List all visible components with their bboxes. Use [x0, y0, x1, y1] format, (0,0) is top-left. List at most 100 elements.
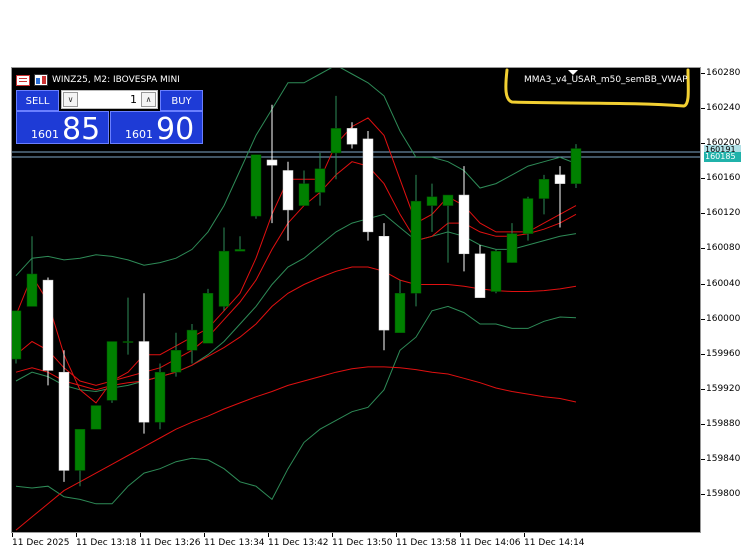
bid-price-prefix: 1601: [31, 128, 59, 141]
candle-body: [58, 371, 70, 471]
time-axis-tick: [396, 533, 397, 537]
time-axis-tick: [76, 533, 77, 537]
candle-body: [12, 310, 22, 360]
candle-body: [346, 128, 358, 145]
price-axis-label: 159800: [706, 489, 741, 499]
candle-body: [298, 183, 310, 206]
time-axis-tick: [524, 533, 525, 537]
candle-body: [250, 154, 262, 217]
candle-body: [474, 253, 486, 298]
candle-body: [202, 293, 214, 344]
price-axis-tick: [701, 423, 705, 425]
price-axis-tick: [701, 248, 705, 250]
candle-body: [490, 250, 502, 292]
price-axis-tick: [701, 73, 705, 74]
price-axis-label: 160000: [706, 313, 741, 324]
time-axis-label: 11 Dec 14:06: [460, 538, 521, 548]
candle-body: [154, 371, 166, 423]
price-axis-tick: [701, 213, 705, 215]
price-axis-label: 159960: [706, 348, 741, 359]
time-axis-tick: [460, 533, 461, 537]
price-axis-label: 160080: [706, 243, 741, 254]
candle-body: [394, 293, 406, 333]
candle-body: [218, 250, 230, 307]
price-axis-tick: [701, 318, 705, 320]
candle-body: [106, 341, 118, 401]
candle-body: [458, 194, 470, 255]
candle-body: [234, 249, 246, 252]
price-axis-label: 159840: [706, 453, 741, 464]
price-axis-tick: [701, 388, 705, 390]
market-watch-icon[interactable]: [34, 74, 48, 86]
price-axis-tick: [701, 458, 705, 460]
candle-body: [138, 341, 150, 423]
bid-price-tag: 160185: [704, 152, 741, 162]
chevron-down-icon[interactable]: ∨: [63, 92, 78, 107]
time-axis-label: 11 Dec 13:18: [76, 538, 137, 548]
price-axis-label: 159880: [706, 418, 741, 429]
price-axis-tick: [701, 143, 705, 145]
price-axis-label: 159920: [706, 383, 741, 394]
ask-price-button[interactable]: 1601 90: [110, 111, 203, 147]
candle-body: [122, 341, 134, 343]
time-axis-tick: [332, 533, 333, 537]
time-axis-label: 11 Dec 2025: [12, 538, 70, 548]
time-axis-tick: [204, 533, 205, 537]
chevron-up-icon[interactable]: ∧: [141, 92, 156, 107]
lot-size-input[interactable]: ∨ 1 ∧: [61, 90, 158, 109]
candle-body: [26, 273, 38, 307]
candle-body: [426, 196, 438, 206]
candle-body: [378, 236, 390, 331]
price-axis-label: 160280: [706, 68, 741, 78]
time-axis-tick: [268, 533, 269, 537]
price-axis-tick: [701, 178, 705, 180]
time-axis-tick: [12, 533, 13, 537]
bid-price-digits: 85: [62, 112, 101, 147]
price-axis-tick: [701, 283, 705, 285]
bollinger-band-line: [15, 305, 577, 505]
moving-average-line: [15, 366, 577, 531]
time-axis-tick: [140, 533, 141, 537]
menu-icon[interactable]: [16, 74, 30, 86]
time-axis-label: 11 Dec 13:42: [268, 538, 329, 548]
time-axis-label: 11 Dec 13:34: [204, 538, 265, 548]
time-axis-label: 11 Dec 14:14: [524, 538, 585, 548]
candle-body: [570, 148, 582, 184]
candle-body: [282, 170, 294, 211]
ask-price-prefix: 1601: [125, 128, 153, 141]
candle-body: [170, 350, 182, 373]
candle-body: [410, 200, 422, 294]
price-axis-label: 160240: [706, 103, 741, 114]
price-axis-label: 160040: [706, 278, 741, 289]
price-axis-label: 160120: [706, 208, 741, 219]
candle-body: [506, 233, 518, 263]
candle-body: [538, 179, 550, 199]
time-axis-label: 11 Dec 13:50: [332, 538, 393, 548]
time-axis-label: 11 Dec 13:26: [140, 538, 201, 548]
time-axis-label: 11 Dec 13:58: [396, 538, 457, 548]
indicator-label: MMA3_v4_USAR_m50_semBB_VWAP: [524, 75, 688, 85]
bollinger-band-line: [15, 213, 577, 393]
lot-value[interactable]: 1: [130, 93, 137, 106]
candle-body: [330, 128, 342, 154]
symbol-label: WINZ25, M2: IBOVESPA MINI: [52, 75, 180, 85]
price-axis-tick: [701, 494, 705, 495]
one-click-trading-panel: SELL ∨ 1 ∧ BUY 1601 85 1601 90: [16, 90, 203, 147]
candle-body: [314, 168, 326, 193]
candle-body: [42, 279, 54, 371]
candle-body: [74, 428, 86, 471]
candle-body: [186, 329, 198, 351]
price-axis-tick: [701, 108, 705, 110]
candle-body: [266, 159, 278, 166]
ask-price-digits: 90: [156, 112, 195, 147]
candle-body: [442, 194, 454, 206]
buy-button[interactable]: BUY: [160, 90, 203, 111]
candle-body: [90, 405, 102, 430]
candle-body: [522, 198, 534, 234]
bid-price-button[interactable]: 1601 85: [16, 111, 109, 147]
candle-body: [554, 174, 566, 184]
candle-body: [362, 138, 374, 233]
chart-header: WINZ25, M2: IBOVESPA MINI: [16, 73, 180, 87]
sell-button[interactable]: SELL: [16, 90, 59, 111]
price-axis-label: 160160: [706, 173, 741, 184]
